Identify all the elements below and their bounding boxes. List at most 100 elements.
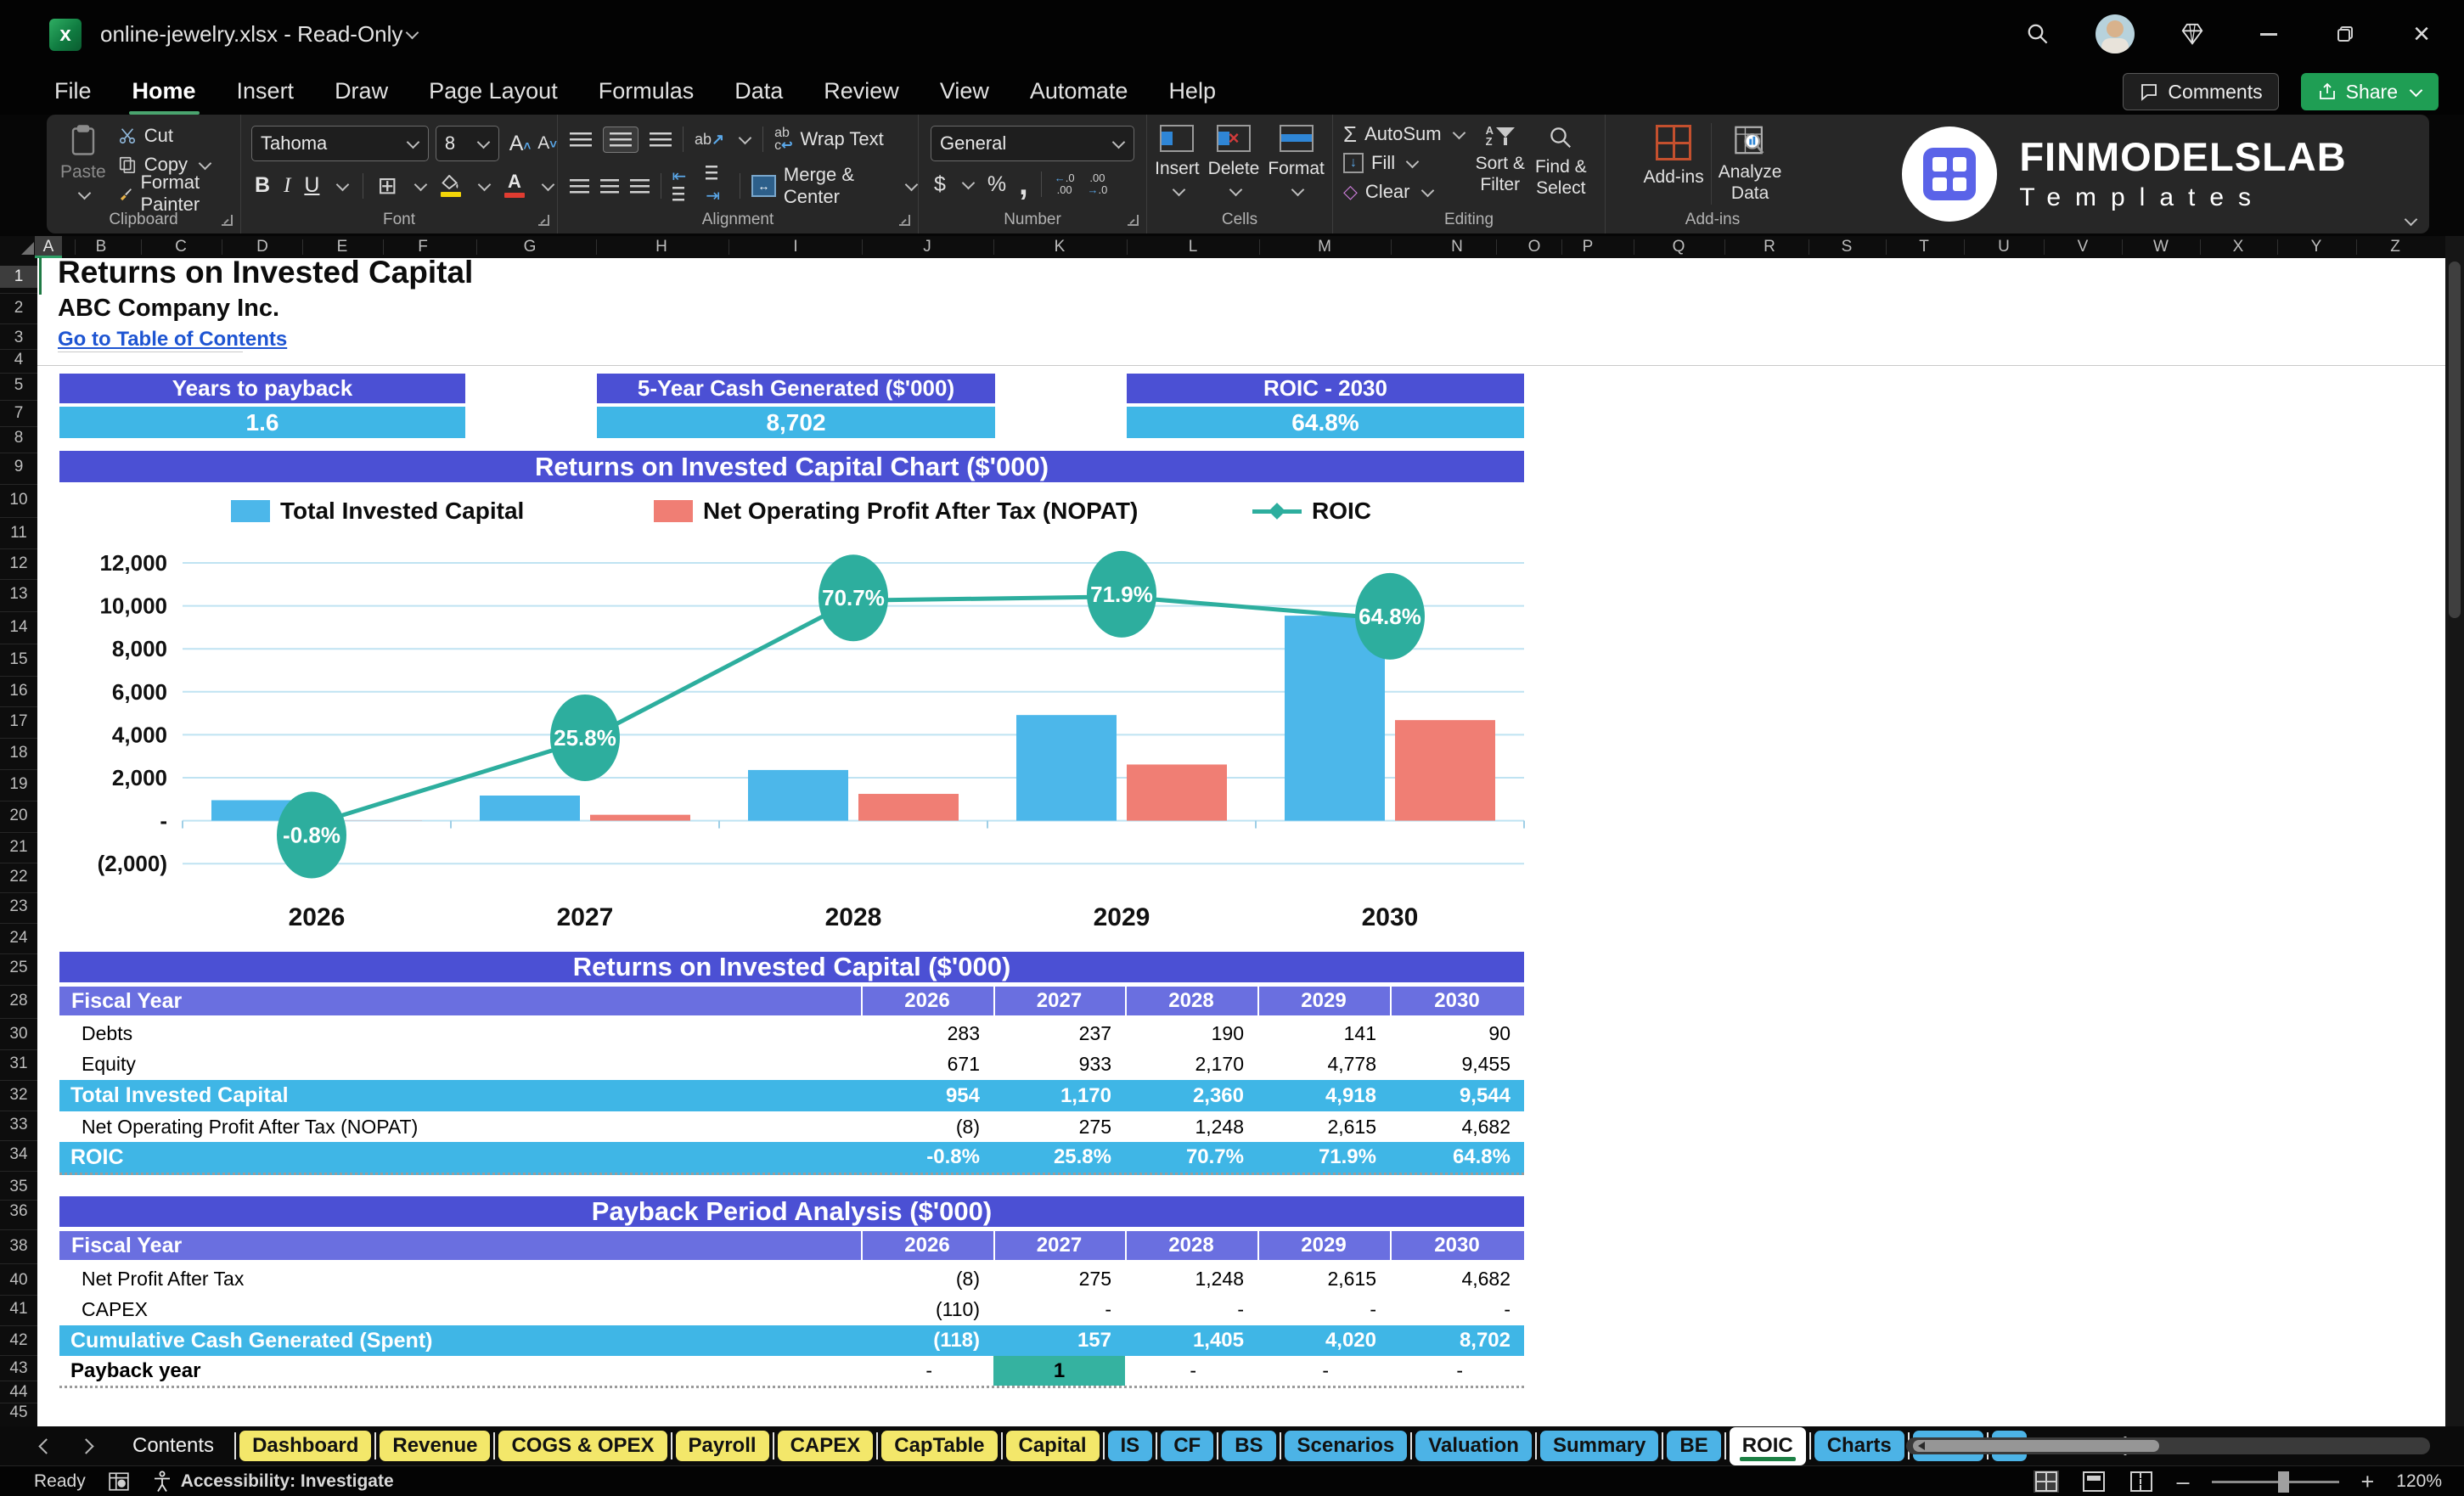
row-header-7[interactable]: 7	[0, 402, 37, 425]
column-header-n[interactable]: N	[1443, 236, 1471, 258]
table-cell[interactable]: 954	[861, 1080, 993, 1111]
insert-cells-button[interactable]: Insert	[1155, 115, 1200, 197]
row-header-16[interactable]: 16	[0, 680, 37, 702]
table-cell[interactable]: 4,778	[1257, 1049, 1390, 1080]
year-header-2030[interactable]: 2030	[1390, 1231, 1524, 1260]
row-header-21[interactable]: 21	[0, 836, 37, 858]
table-cell[interactable]: -	[1390, 1294, 1524, 1325]
row-header-38[interactable]: 38	[0, 1235, 37, 1257]
row-header-42[interactable]: 42	[0, 1330, 37, 1352]
horizontal-scrollbar[interactable]	[1906, 1437, 2430, 1454]
sheet-tab-capital[interactable]: Capital	[1006, 1431, 1100, 1461]
table-cell[interactable]: -	[1390, 1356, 1524, 1386]
row-header-32[interactable]: 32	[0, 1084, 37, 1106]
row-header-25[interactable]: 25	[0, 957, 37, 979]
column-header-t[interactable]: T	[1910, 236, 1938, 258]
year-header-2027[interactable]: 2027	[993, 1231, 1125, 1260]
row-header-34[interactable]: 34	[0, 1144, 37, 1166]
table-cell[interactable]: 71.9%	[1257, 1142, 1390, 1173]
kpi-value-cash-generated[interactable]: 8,702	[597, 407, 995, 438]
table-cell[interactable]: 90	[1390, 1018, 1524, 1049]
menu-tab-view[interactable]: View	[920, 71, 1010, 111]
page-break-view-button[interactable]	[2129, 1471, 2154, 1493]
row-header-8[interactable]: 8	[0, 427, 37, 449]
number-dialog-launcher[interactable]	[1128, 215, 1139, 226]
zoom-level[interactable]: 120%	[2396, 1471, 2442, 1492]
column-header-g[interactable]: G	[516, 236, 543, 258]
row-header-9[interactable]: 9	[0, 456, 37, 478]
column-header-l[interactable]: L	[1179, 236, 1207, 258]
column-header-z[interactable]: Z	[2382, 236, 2409, 258]
table-cell[interactable]: 2,360	[1125, 1080, 1257, 1111]
align-right-button[interactable]	[630, 179, 650, 194]
underline-button[interactable]: U	[304, 173, 319, 198]
row-header-2[interactable]: 2	[0, 297, 37, 319]
macro-record-icon[interactable]	[108, 1471, 130, 1493]
zoom-in-button[interactable]: +	[2361, 1471, 2375, 1493]
year-header-2030[interactable]: 2030	[1390, 987, 1524, 1015]
table-cell[interactable]: 283	[861, 1018, 993, 1049]
document-title[interactable]: online-jewelry.xlsx - Read-Only	[100, 0, 419, 68]
minimize-button[interactable]	[2250, 15, 2287, 53]
grow-font-button[interactable]: A˄	[509, 132, 531, 156]
decrease-indent-button[interactable]: ⇤	[672, 166, 695, 206]
font-dialog-launcher[interactable]	[538, 215, 549, 226]
sheet-tab-summary[interactable]: Summary	[1540, 1431, 1658, 1461]
row-header-4[interactable]: 4	[0, 349, 37, 371]
table-cell[interactable]: 4,682	[1390, 1263, 1524, 1294]
column-header-p[interactable]: P	[1574, 236, 1601, 258]
table-cell[interactable]: 1,248	[1125, 1111, 1257, 1142]
row-header-31[interactable]: 31	[0, 1053, 37, 1075]
column-header-k[interactable]: K	[1046, 236, 1073, 258]
table-cell[interactable]: (110)	[861, 1294, 993, 1325]
menu-tab-page-layout[interactable]: Page Layout	[408, 71, 578, 111]
sheet-tab-roic[interactable]: ROIC	[1730, 1427, 1806, 1465]
row-header-30[interactable]: 30	[0, 1023, 37, 1045]
paste-button[interactable]: Paste	[60, 115, 106, 208]
row-header-13[interactable]: 13	[0, 583, 37, 605]
sheet-tab-valuation[interactable]: Valuation	[1415, 1431, 1532, 1461]
align-top-button[interactable]	[570, 132, 592, 147]
share-button[interactable]: Share	[2301, 73, 2439, 110]
search-button[interactable]	[2019, 15, 2056, 53]
row-header-28[interactable]: 28	[0, 990, 37, 1012]
table-cell[interactable]: 157	[993, 1325, 1125, 1356]
page-layout-view-button[interactable]	[2081, 1471, 2107, 1493]
table-cell[interactable]: 70.7%	[1125, 1142, 1257, 1173]
addins-button[interactable]: Add-ins	[1644, 115, 1704, 205]
normal-view-button[interactable]	[2034, 1471, 2059, 1493]
analyze-data-button[interactable]: Analyze Data	[1719, 115, 1782, 205]
menu-tab-home[interactable]: Home	[112, 71, 217, 111]
column-header-w[interactable]: W	[2147, 236, 2174, 258]
shrink-font-button[interactable]: A˅	[537, 133, 557, 154]
table-cell[interactable]: 190	[1125, 1018, 1257, 1049]
format-painter-button[interactable]: Format Painter	[118, 179, 240, 208]
find-select-button[interactable]: Find & Select	[1535, 115, 1587, 206]
table-cell[interactable]: 25.8%	[993, 1142, 1125, 1173]
zoom-slider-thumb[interactable]	[2278, 1471, 2289, 1493]
table-cell[interactable]: -	[1125, 1356, 1257, 1386]
table-cell[interactable]: 2,615	[1257, 1263, 1390, 1294]
delete-cells-button[interactable]: × Delete	[1208, 115, 1260, 197]
select-all-corner[interactable]	[0, 236, 38, 258]
premium-button[interactable]	[2174, 15, 2211, 53]
table-cell[interactable]: 4,020	[1257, 1325, 1390, 1356]
align-center-button[interactable]	[600, 179, 620, 194]
sheet-tab-charts[interactable]: Charts	[1814, 1431, 1904, 1461]
row-header-18[interactable]: 18	[0, 742, 37, 764]
table-cell[interactable]: (8)	[861, 1111, 993, 1142]
row-header-44[interactable]: 44	[0, 1381, 37, 1403]
table-cell[interactable]: -0.8%	[861, 1142, 993, 1173]
year-header-2028[interactable]: 2028	[1125, 987, 1257, 1015]
row-header-11[interactable]: 11	[0, 522, 37, 544]
wrap-text-button[interactable]: abc↩ Wrap Text	[774, 125, 884, 154]
vertical-scrollbar-thumb[interactable]	[2449, 262, 2461, 618]
row-header-40[interactable]: 40	[0, 1269, 37, 1291]
table-cell[interactable]: 933	[993, 1049, 1125, 1080]
column-header-y[interactable]: Y	[2303, 236, 2330, 258]
comments-button[interactable]: Comments	[2123, 73, 2278, 110]
next-sheet-arrow[interactable]	[78, 1438, 93, 1454]
row-header-3[interactable]: 3	[0, 327, 37, 349]
year-header-2026[interactable]: 2026	[861, 987, 993, 1015]
column-header-r[interactable]: R	[1756, 236, 1783, 258]
